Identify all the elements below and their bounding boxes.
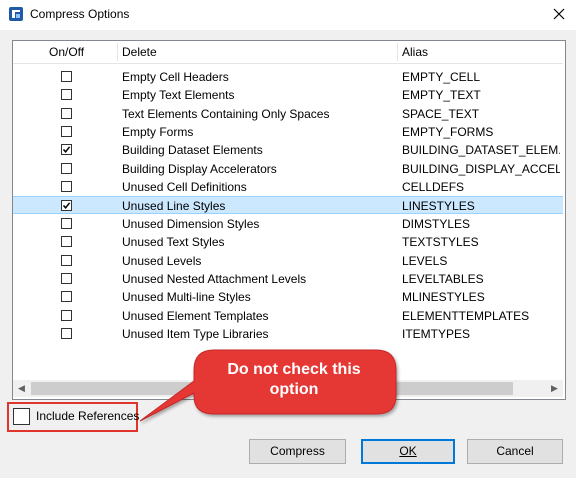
row-alias-label: SPACE_TEXT [402,106,480,121]
include-references-highlight: Include References [7,402,140,432]
table-row[interactable]: Unused Multi-line Styles MLINESTYLES [13,288,563,306]
table-row[interactable]: Unused Item Type Libraries ITEMTYPES [13,325,563,343]
close-icon [553,8,565,20]
column-separator[interactable] [117,43,118,61]
compress-options-list[interactable]: On/Off Delete Alias Empty Cell Headers EM… [12,40,566,400]
row-alias-label: LEVELTABLES [402,271,484,286]
scroll-right-icon[interactable]: ▶ [546,380,563,397]
row-alias-label: BUILDING_DISPLAY_ACCEL... [402,161,560,176]
row-checkbox[interactable] [61,162,72,174]
row-delete-label: Unused Levels [122,253,202,268]
row-checkbox[interactable] [61,254,72,266]
callout-text: Do not check this option [227,361,361,398]
table-row[interactable]: Unused Element Templates ELEMENTTEMPLATES [13,307,563,325]
table-row[interactable]: Empty Text Elements EMPTY_TEXT [13,86,563,104]
scroll-left-icon[interactable]: ◀ [13,380,30,397]
row-delete-label: Unused Cell Definitions [122,180,247,195]
row-checkbox[interactable] [61,200,72,212]
close-button[interactable] [546,2,572,26]
table-row[interactable]: Empty Forms EMPTY_FORMS [13,123,563,141]
row-alias-label: DIMSTYLES [402,216,471,231]
table-row[interactable]: Unused Dimension Styles DIMSTYLES [13,215,563,233]
include-references-checkbox[interactable] [13,408,30,425]
row-alias-label: CELLDEFS [402,180,465,195]
row-alias-label: EMPTY_FORMS [402,125,494,140]
row-alias-label: BUILDING_DATASET_ELEM... [402,143,560,158]
row-checkbox[interactable] [61,327,72,339]
column-header-alias[interactable]: Alias [402,41,428,63]
row-checkbox[interactable] [61,144,72,156]
row-alias-label: ITEMTYPES [402,326,471,341]
ok-button-label: OK [399,444,417,458]
table-row[interactable]: Building Display Accelerators BUILDING_DI… [13,160,563,178]
row-delete-label: Unused Dimension Styles [122,216,260,231]
row-delete-label: Empty Forms [122,125,194,140]
include-references-label: Include References [36,409,140,423]
row-delete-label: Unused Item Type Libraries [122,326,269,341]
table-row[interactable]: Unused Cell Definitions CELLDEFS [13,178,563,196]
row-checkbox[interactable] [61,126,72,138]
column-header-onoff[interactable]: On/Off [49,41,84,63]
table-row[interactable]: Empty Cell Headers EMPTY_CELL [13,68,563,86]
ok-button[interactable]: OK [361,439,455,464]
row-checkbox[interactable] [61,236,72,248]
table-row[interactable]: Text Elements Containing Only Spaces SPAC… [13,105,563,123]
table-row[interactable]: Unused Text Styles TEXTSTYLES [13,233,563,251]
checkmark-icon [62,202,71,210]
row-alias-label: MLINESTYLES [402,290,485,305]
row-delete-label: Unused Multi-line Styles [122,290,251,305]
row-delete-label: Building Dataset Elements [122,143,263,158]
row-checkbox[interactable] [61,89,72,101]
row-checkbox[interactable] [61,309,72,321]
row-delete-label: Text Elements Containing Only Spaces [122,106,330,121]
row-checkbox[interactable] [61,291,72,303]
list-header: On/Off Delete Alias [13,41,563,64]
row-checkbox[interactable] [61,71,72,82]
row-delete-label: Unused Line Styles [122,199,226,214]
checkmark-icon [62,146,71,154]
row-alias-label: EMPTY_TEXT [402,88,481,103]
row-alias-label: LINESTYLES [402,199,475,214]
row-alias-label: TEXTSTYLES [402,235,479,250]
row-delete-label: Unused Nested Attachment Levels [122,271,307,286]
table-row[interactable]: Unused Levels LEVELS [13,252,563,270]
row-checkbox[interactable] [61,181,72,193]
row-delete-label: Empty Cell Headers [122,70,229,84]
title-bar: Compress Options [0,0,576,30]
row-delete-label: Unused Text Styles [122,235,225,250]
cancel-button[interactable]: Cancel [467,439,563,464]
row-delete-label: Empty Text Elements [122,88,235,103]
row-delete-label: Building Display Accelerators [122,161,277,176]
row-alias-label: ELEMENTTEMPLATES [402,308,530,323]
column-header-delete[interactable]: Delete [122,41,157,63]
row-delete-label: Unused Element Templates [122,308,269,323]
row-alias-label: LEVELS [402,253,448,268]
row-checkbox[interactable] [61,107,72,119]
table-row[interactable]: Building Dataset Elements BUILDING_DATASE… [13,141,563,159]
row-checkbox[interactable] [61,272,72,284]
row-alias-label: EMPTY_CELL [402,70,481,84]
row-checkbox[interactable] [61,217,72,229]
window-title: Compress Options [30,7,130,21]
column-separator[interactable] [397,43,398,61]
app-icon [8,6,24,22]
table-row[interactable]: Unused Line Styles LINESTYLES [13,196,563,215]
table-row[interactable]: Unused Nested Attachment Levels LEVELTABL… [13,270,563,288]
compress-button[interactable]: Compress [249,439,346,464]
